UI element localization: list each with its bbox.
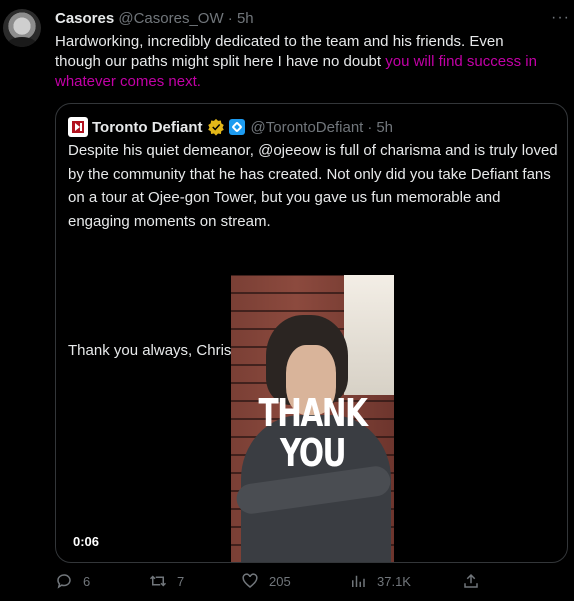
like-button[interactable]: 205	[241, 572, 291, 590]
video-overlay-text: THANK YOU	[258, 391, 369, 475]
reply-button[interactable]: 6	[55, 572, 90, 590]
author-handle[interactable]: @Casores_OW	[118, 10, 223, 27]
share-button[interactable]	[462, 572, 490, 590]
like-count: 205	[269, 573, 291, 589]
more-options-icon[interactable]: ···	[551, 9, 570, 27]
tweet-text: Hardworking, incredibly dedicated to the…	[55, 32, 560, 92]
highlighted-text: whatever comes next.	[55, 73, 201, 90]
action-bar: 6 7 205 37.1K	[55, 572, 570, 598]
quoted-timestamp[interactable]: 5h	[376, 119, 393, 136]
quoted-tweet-text: Despite his quiet demeanor, @ojeeow is f…	[68, 142, 558, 230]
tweet-text-segment: though our paths might split here I have…	[55, 53, 386, 70]
quoted-author-handle[interactable]: @TorontoDefiant	[251, 119, 364, 136]
separator-dot: ·	[367, 118, 373, 136]
avatar[interactable]	[3, 9, 41, 47]
tweet-header: Casores @Casores_OW · 5h	[55, 9, 254, 29]
retweet-button[interactable]: 7	[149, 572, 184, 590]
highlighted-text: you will find success in	[385, 53, 537, 70]
author-name[interactable]: Casores	[55, 10, 114, 27]
quoted-tweet[interactable]: Toronto Defiant @TorontoDefiant · 5h Des…	[55, 103, 568, 563]
tweet-text-line: though our paths might split here I have…	[55, 52, 560, 72]
separator-dot: ·	[227, 10, 233, 27]
heart-icon	[242, 573, 258, 588]
retweet-icon	[149, 575, 167, 587]
affiliation-badge-icon[interactable]	[228, 119, 245, 135]
video-player[interactable]: THANK YOU	[231, 275, 394, 562]
defiant-logo-icon[interactable]	[68, 117, 88, 137]
views-chart-icon	[352, 575, 365, 587]
quoted-author-name[interactable]: Toronto Defiant	[92, 119, 203, 136]
views-button[interactable]: 37.1K	[349, 572, 411, 590]
reply-icon	[57, 574, 71, 589]
retweet-count: 7	[177, 573, 185, 589]
reply-count: 6	[83, 573, 91, 589]
timestamp[interactable]: 5h	[237, 10, 254, 27]
share-icon	[464, 573, 478, 588]
tweet-text-line: Hardworking, incredibly dedicated to the…	[55, 33, 504, 50]
verified-gold-badge-icon	[207, 118, 224, 136]
views-count: 37.1K	[377, 573, 411, 589]
video-duration: 0:06	[73, 534, 100, 549]
quoted-tweet-header: Toronto Defiant @TorontoDefiant · 5h	[68, 116, 393, 138]
tweet[interactable]: Casores @Casores_OW · 5h ··· Hardworking…	[0, 0, 574, 601]
